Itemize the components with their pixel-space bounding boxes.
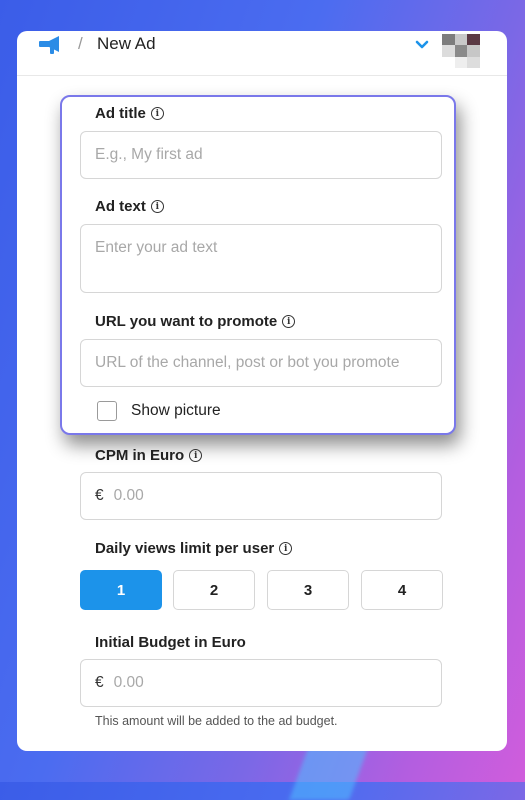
ad-text-input[interactable]: Enter your ad text xyxy=(80,224,442,293)
new-ad-panel: / New Ad Ad title i E.g., My first ad Ad… xyxy=(17,31,507,751)
chevron-down-icon[interactable] xyxy=(414,39,430,51)
breadcrumb-separator: / xyxy=(78,34,83,53)
daily-views-option-1[interactable]: 1 xyxy=(80,570,162,610)
url-input[interactable]: URL of the channel, post or bot you prom… xyxy=(80,339,442,387)
euro-sign: € xyxy=(95,487,104,504)
show-picture-checkbox[interactable] xyxy=(97,401,117,421)
cpm-placeholder: 0.00 xyxy=(113,487,144,504)
cpm-label: CPM in Euro i xyxy=(95,447,203,464)
budget-input[interactable]: € 0.00 xyxy=(80,659,442,707)
info-icon[interactable]: i xyxy=(189,449,203,462)
ad-title-placeholder: E.g., My first ad xyxy=(95,146,203,163)
ad-title-label: Ad title i xyxy=(95,105,164,122)
megaphone-icon[interactable] xyxy=(39,35,65,55)
avatar[interactable] xyxy=(442,34,480,68)
url-placeholder: URL of the channel, post or bot you prom… xyxy=(95,354,400,371)
daily-views-option-2[interactable]: 2 xyxy=(173,570,255,610)
daily-views-label: Daily views limit per user i xyxy=(95,540,293,557)
info-icon[interactable]: i xyxy=(150,200,164,213)
daily-views-option-4[interactable]: 4 xyxy=(361,570,443,610)
info-icon[interactable]: i xyxy=(279,542,293,555)
info-icon[interactable]: i xyxy=(282,315,296,328)
budget-placeholder: 0.00 xyxy=(113,674,144,691)
budget-label: Initial Budget in Euro xyxy=(95,634,246,651)
daily-views-option-3[interactable]: 3 xyxy=(267,570,349,610)
info-icon[interactable]: i xyxy=(150,107,164,120)
budget-hint: This amount will be added to the ad budg… xyxy=(95,714,338,728)
ad-text-placeholder: Enter your ad text xyxy=(95,239,218,256)
url-label: URL you want to promote i xyxy=(95,313,296,330)
ad-text-label: Ad text i xyxy=(95,198,164,215)
header: / New Ad xyxy=(17,31,507,76)
show-picture-label: Show picture xyxy=(131,402,221,419)
cpm-input[interactable]: € 0.00 xyxy=(80,472,442,520)
page-title: New Ad xyxy=(97,34,156,53)
show-picture-row: Show picture xyxy=(97,401,221,421)
euro-sign: € xyxy=(95,674,104,691)
ad-title-input[interactable]: E.g., My first ad xyxy=(80,131,442,179)
